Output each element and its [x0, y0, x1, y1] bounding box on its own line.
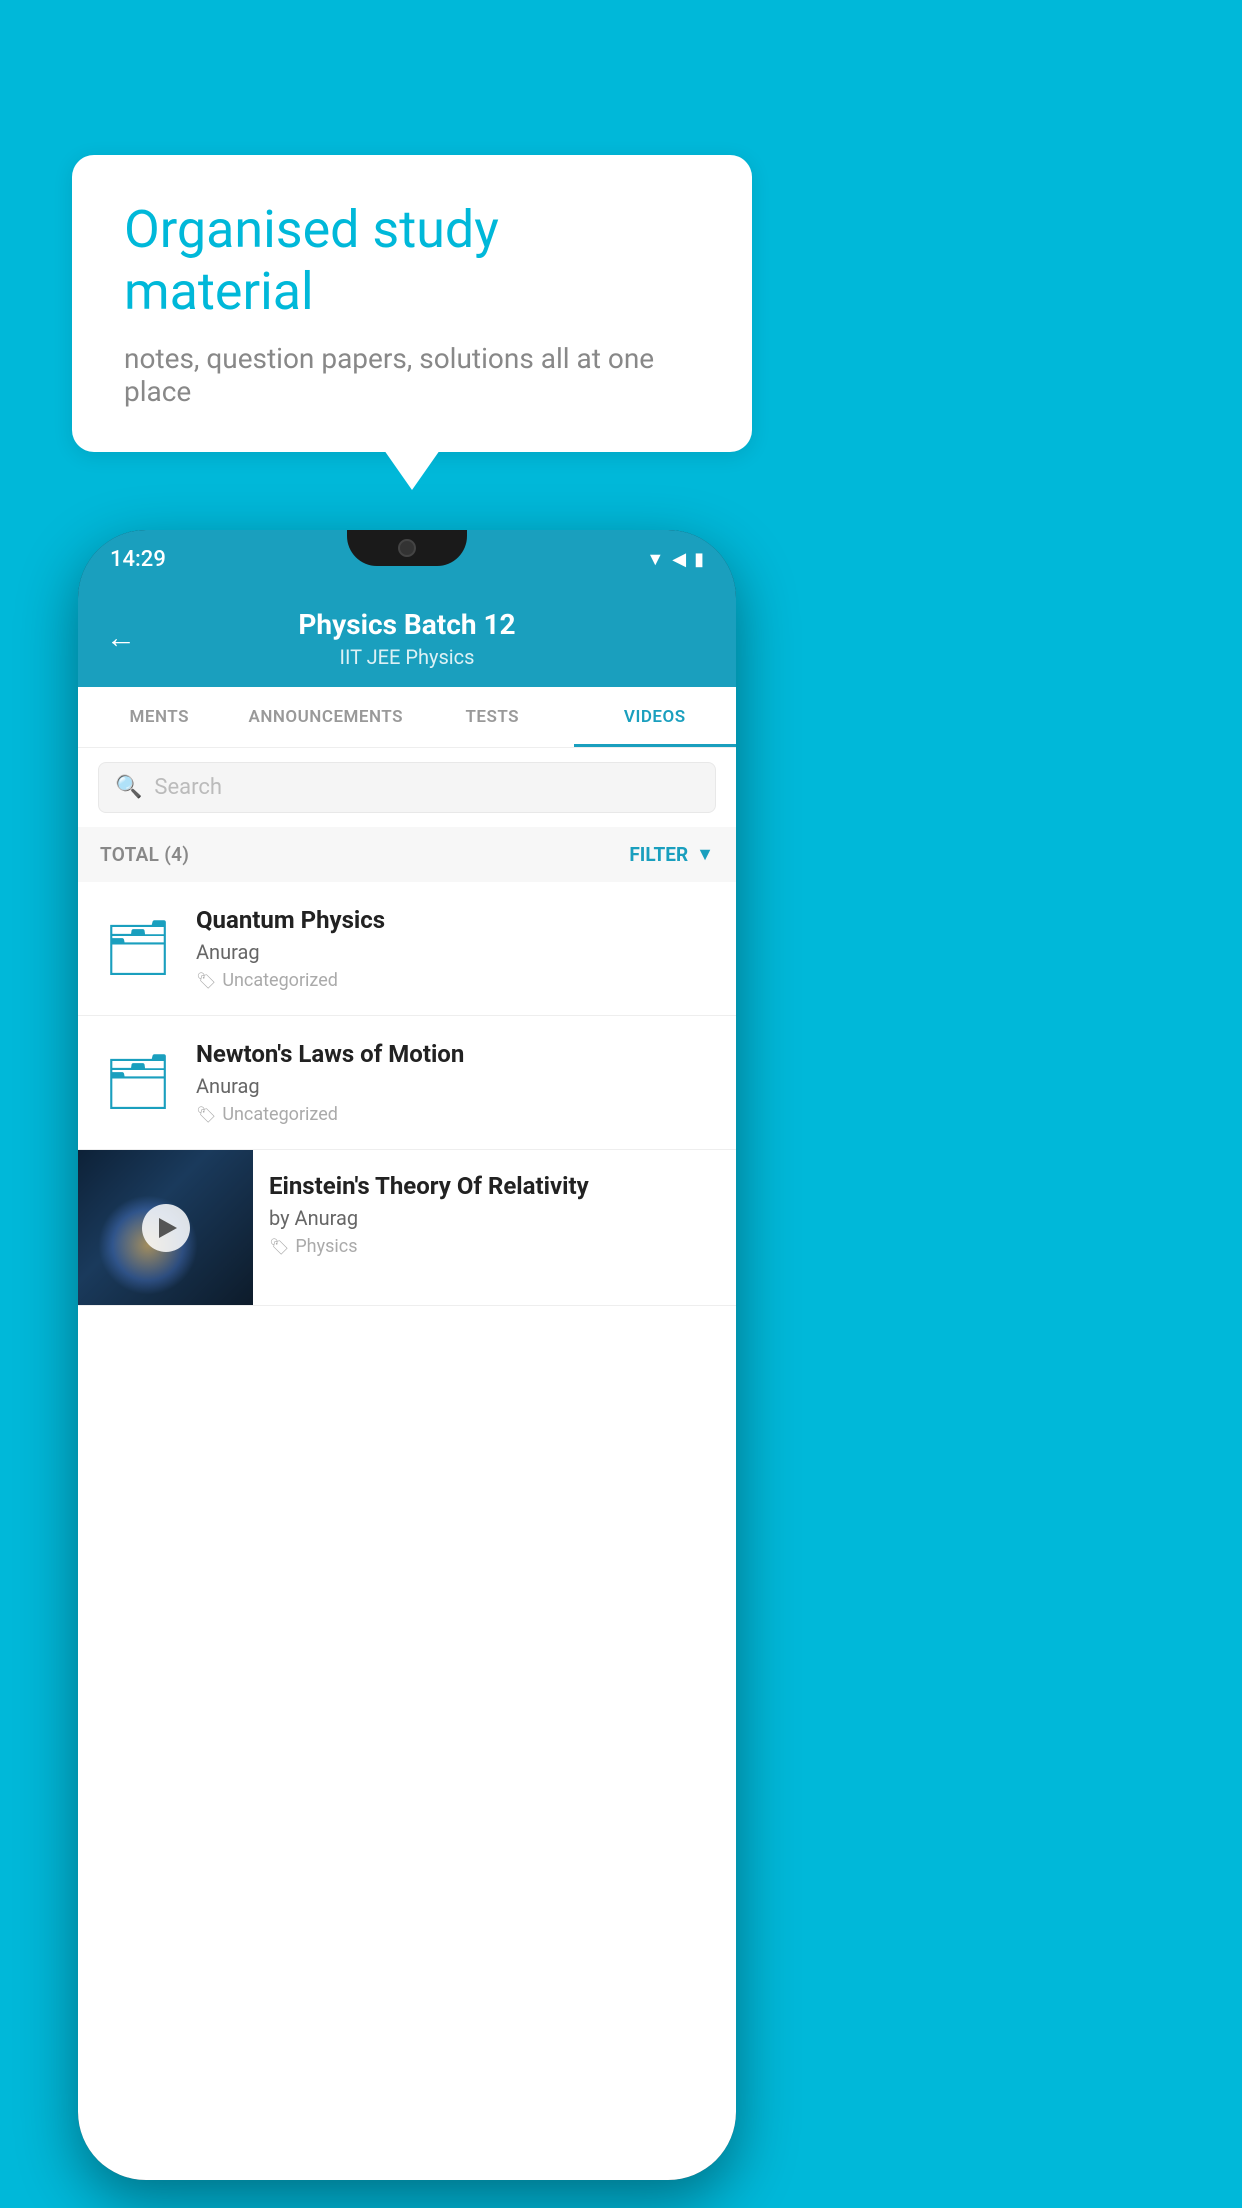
play-button[interactable]	[142, 1204, 190, 1252]
search-placeholder: Search	[154, 775, 222, 800]
video-thumbnail	[78, 1150, 253, 1305]
video-info: Newton's Laws of Motion Anurag 🏷 Uncateg…	[196, 1040, 716, 1125]
video-author: Anurag	[196, 1074, 716, 1098]
tag-label: Uncategorized	[222, 970, 338, 991]
status-icons: ▼ ◀ ▮	[646, 549, 704, 570]
folder-icon: 🗂	[104, 922, 173, 976]
list-item[interactable]: 🗂 Quantum Physics Anurag 🏷 Uncategorized	[78, 882, 736, 1016]
tab-ments[interactable]: MENTS	[78, 687, 241, 747]
tab-announcements[interactable]: ANNOUNCEMENTS	[241, 687, 411, 747]
tag-label: Uncategorized	[222, 1104, 338, 1125]
video-tag: 🏷 Uncategorized	[196, 970, 716, 991]
tab-videos[interactable]: VIDEOS	[574, 687, 737, 747]
filter-icon: ▼	[696, 844, 714, 865]
search-bar[interactable]: 🔍 Search	[98, 762, 716, 813]
video-author: Anurag	[196, 940, 716, 964]
video-tag: 🏷 Uncategorized	[196, 1104, 716, 1125]
list-item[interactable]: Einstein's Theory Of Relativity by Anura…	[78, 1150, 736, 1306]
total-count: TOTAL (4)	[100, 843, 189, 866]
filter-bar: TOTAL (4) FILTER ▼	[78, 827, 736, 882]
wifi-icon: ▼	[646, 549, 664, 570]
video-list: 🗂 Quantum Physics Anurag 🏷 Uncategorized…	[78, 882, 736, 2180]
speech-bubble: Organised study material notes, question…	[72, 155, 752, 452]
phone-frame: 14:29 ▼ ◀ ▮ ← Physics Batch 12 IIT JEE P…	[78, 530, 736, 2180]
status-bar: 14:29 ▼ ◀ ▮	[78, 530, 736, 588]
bubble-subtitle: notes, question papers, solutions all at…	[124, 342, 700, 408]
tag-label: Physics	[295, 1236, 357, 1257]
back-button[interactable]: ←	[106, 620, 136, 655]
video-title: Einstein's Theory Of Relativity	[269, 1172, 720, 1200]
tag-icon: 🏷	[196, 1105, 216, 1124]
camera	[398, 539, 416, 557]
tab-tests[interactable]: TESTS	[411, 687, 574, 747]
clock: 14:29	[110, 547, 166, 572]
folder-icon-container: 🗂	[98, 909, 178, 989]
search-icon: 🔍	[115, 775, 142, 800]
play-icon	[159, 1218, 177, 1238]
search-bar-container: 🔍 Search	[78, 748, 736, 827]
tag-icon: 🏷	[196, 971, 216, 990]
battery-icon: ▮	[694, 549, 704, 570]
filter-button[interactable]: FILTER ▼	[629, 843, 714, 866]
app-header: ← Physics Batch 12 IIT JEE Physics	[78, 588, 736, 687]
video-title: Quantum Physics	[196, 906, 716, 934]
video-info: Quantum Physics Anurag 🏷 Uncategorized	[196, 906, 716, 991]
bubble-title: Organised study material	[124, 199, 700, 324]
folder-icon-container: 🗂	[98, 1043, 178, 1123]
filter-label: FILTER	[629, 843, 688, 866]
page-subtitle: IIT JEE Physics	[108, 645, 706, 669]
tabs-bar: MENTS ANNOUNCEMENTS TESTS VIDEOS	[78, 687, 736, 748]
video-author: by Anurag	[269, 1206, 720, 1230]
thumbnail-glow	[98, 1195, 198, 1295]
signal-icon: ◀	[672, 549, 686, 570]
page-title: Physics Batch 12	[108, 608, 706, 641]
phone-screen-content: ← Physics Batch 12 IIT JEE Physics MENTS…	[78, 588, 736, 2180]
video-title: Newton's Laws of Motion	[196, 1040, 716, 1068]
notch	[347, 530, 467, 566]
folder-icon: 🗂	[104, 1056, 173, 1110]
video-tag: 🏷 Physics	[269, 1236, 720, 1257]
video-info: Einstein's Theory Of Relativity by Anura…	[253, 1150, 736, 1279]
list-item[interactable]: 🗂 Newton's Laws of Motion Anurag 🏷 Uncat…	[78, 1016, 736, 1150]
tag-icon: 🏷	[269, 1237, 289, 1256]
